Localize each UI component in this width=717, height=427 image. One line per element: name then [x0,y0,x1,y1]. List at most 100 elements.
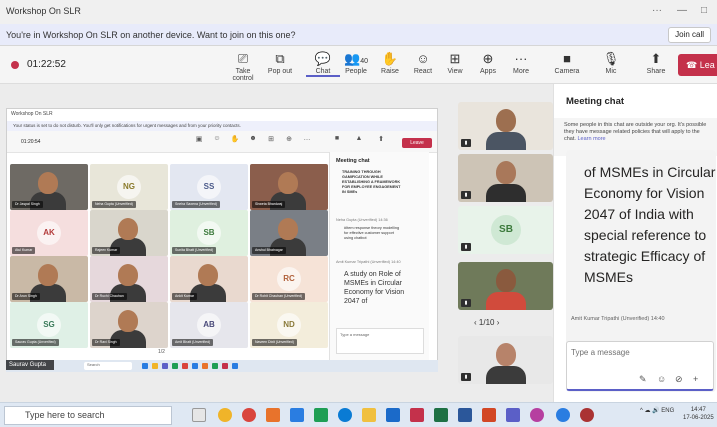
more-button[interactable]: ··· More [504,50,538,82]
app-icon[interactable] [290,408,304,422]
maximize-button[interactable]: □ [701,5,707,16]
presenter-name-tag: Saurav Gupta [6,360,54,370]
mic-muted-icon: ▮ [461,191,471,199]
participant-initials-avatar: ND [277,313,301,337]
raise-label: Raise [381,68,399,75]
system-clock[interactable]: 14:47 17-06-2025 [683,406,714,422]
people-count: 40 [360,58,368,65]
participant-video-tile[interactable]: ▮ [458,154,553,202]
shared-participant-tile: Dr Arun Singh [10,256,88,302]
chat-title: Meeting chat [566,96,625,107]
raise-hand-button[interactable]: ✋ Raise [373,50,407,82]
app-icon[interactable] [530,408,544,422]
app-icon[interactable] [314,408,328,422]
participant-face [118,264,138,286]
app-icon[interactable] [266,408,280,422]
participant-video-tile[interactable]: SB ▮ [458,206,553,254]
shared-people-icon: ☺ [213,135,221,142]
attach-icon[interactable]: ⊘ [675,374,683,385]
chat-button[interactable]: 💬 Chat [306,50,340,82]
take-control-label: Take control [232,68,254,82]
participant-name-tag: Dr Ravi Singh [92,339,120,346]
mic-off-icon: 🎙 [602,51,620,66]
participant-body [486,184,526,202]
shared-raise-icon: ✋ [230,136,240,143]
participant-face [496,109,516,132]
clock-date: 17-06-2025 [683,415,714,421]
excel-icon[interactable] [434,408,448,422]
more-options-button[interactable]: ··· [652,5,662,16]
app-icon[interactable] [218,408,232,422]
pdf-icon[interactable] [410,408,424,422]
share-label: Share [646,68,666,75]
participant-initials-avatar: AB [197,313,221,337]
system-tray[interactable]: ^ ☁ 🔊 ENG [640,407,674,414]
shared-camera-icon: ■ [334,135,340,142]
participant-body [486,132,526,150]
pop-out-button[interactable]: ⧉ Pop out [263,50,297,82]
camera-icon: ■ [563,51,571,66]
mic-button[interactable]: 🎙 Mic [594,50,628,82]
participant-face [278,218,298,240]
participant-name-tag: Anshul Bhatnagar [252,247,286,254]
take-control-button[interactable]: ⎚ Take control [226,50,260,82]
participant-face [198,264,218,286]
teams-icon[interactable] [506,408,520,422]
join-notice-bar: You're in Workshop On SLR on another dev… [0,24,717,46]
shared-chat-title: Meeting chat [336,158,370,164]
apps-icon: ⊕ [482,51,494,66]
people-button[interactable]: 👥40 People [339,50,373,82]
react-label: React [413,68,433,75]
participant-face [496,343,516,366]
app-icon[interactable] [386,408,400,422]
app-icon[interactable] [242,408,256,422]
chat-message-meta: Amit Kumar Tripathi (Unverified) 14:40 [571,316,665,322]
people-glyph: 👥 [344,51,361,66]
shared-meeting-chat: Meeting chat TRAINING THROUGH GAMIFICATI… [329,152,429,362]
apps-button[interactable]: ⊕ Apps [471,50,505,82]
participant-video-tile[interactable]: ▮ [458,336,553,384]
participant-face [118,310,138,332]
chrome-icon[interactable] [556,408,570,422]
emoji-icon[interactable]: ☺ [657,374,666,384]
pager-next-icon[interactable]: › [494,318,500,327]
shared-share-icon: ⬆ [378,136,384,143]
word-icon[interactable] [458,408,472,422]
app-icon[interactable] [580,408,594,422]
learn-more-link[interactable]: Learn more [577,136,605,142]
share-button[interactable]: ⬆ Share [639,50,673,82]
chat-message-input[interactable]: Type a message ✎ ☺ ⊘ + [566,341,714,391]
meeting-toolbar: 01:22:52 ⎚ Take control ⧉ Pop out 💬 Chat… [0,46,717,84]
participant-name-tag: Rajeev Kumar [92,247,121,254]
view-icon: ⊞ [449,51,461,66]
task-view-icon[interactable] [192,408,206,422]
minimize-button[interactable]: — [677,5,687,16]
participant-video-tile[interactable]: ▮ [458,102,553,150]
tray-icons: ^ ☁ 🔊 [640,408,662,414]
taskbar-search-box[interactable]: Type here to search [4,406,172,425]
powerpoint-icon[interactable] [482,408,496,422]
pop-out-icon: ⧉ [275,51,285,66]
shared-chat-message-1: TRAINING THROUGH GAMIFICATION WHILE ESTA… [342,170,401,194]
window-title: Workshop On SLR [6,6,81,16]
view-button[interactable]: ⊞ View [438,50,472,82]
shared-participant-tile: Ankit Kumar [170,256,248,302]
leave-button[interactable]: ☎ Lea [678,54,717,76]
file-explorer-icon[interactable] [362,408,376,422]
edge-icon[interactable] [338,408,352,422]
shared-participant-tile: SB Sunita Bhatt (Unverified) [170,210,248,256]
react-button[interactable]: ☺ React [406,50,440,82]
shared-participant-tile: ND Naveen Dixit (Unverified) [250,302,328,348]
participant-name-tag: Neha Gupta (Unverified) [92,201,136,208]
add-icon[interactable]: + [693,374,698,384]
join-call-button[interactable]: Join call [668,27,711,43]
participant-name-tag: Atul Kumar [12,247,36,254]
camera-button[interactable]: ■ Camera [550,50,584,82]
shared-participant-tile: Dr Ruchi Chauhan [90,256,168,302]
participant-video-tile[interactable]: ▮ [458,262,553,310]
shared-view-icon: ⊞ [268,136,274,143]
shared-taskbar-app-icon [162,363,168,369]
format-icon[interactable]: ✎ [639,374,647,385]
participant-pager[interactable]: ‹ 1/10 › [474,318,499,327]
shared-taskbar-app-icon [152,363,158,369]
